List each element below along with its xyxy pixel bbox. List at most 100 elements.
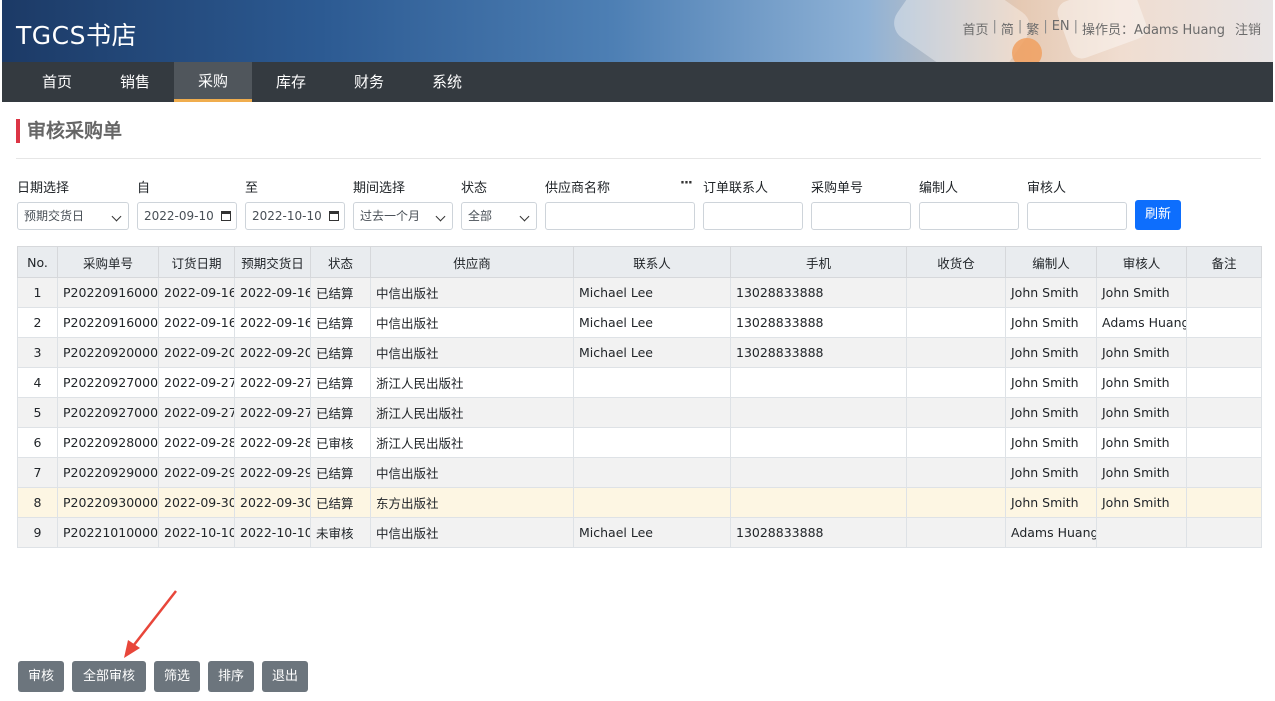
- column-header[interactable]: 备注: [1186, 246, 1262, 278]
- date-type-select[interactable]: 预期交货日: [17, 202, 129, 230]
- table-row[interactable]: 4 P202209270001 2022-09-27 2022-09-27 已结算 浙江人…: [17, 367, 1262, 398]
- creator-cell: John Smith: [1005, 277, 1097, 308]
- column-header[interactable]: 订货日期: [158, 246, 235, 278]
- contact-cell: [573, 367, 731, 398]
- reviewer-cell: John Smith: [1096, 427, 1187, 458]
- period-select[interactable]: 过去一个月: [353, 202, 453, 230]
- column-header[interactable]: 编制人: [1005, 246, 1097, 278]
- column-header[interactable]: 手机: [730, 246, 907, 278]
- table-row[interactable]: 5 P202209270002 2022-09-27 2022-09-27 已结算 浙江人…: [17, 397, 1262, 428]
- column-header[interactable]: 状态: [310, 246, 371, 278]
- status-cell: 已结算: [310, 307, 371, 338]
- simplified-chinese-link[interactable]: 简: [1001, 19, 1014, 38]
- remarks-cell: [1186, 337, 1262, 368]
- order-number-cell: P202209160002: [57, 307, 159, 338]
- supplier-cell: 中信出版社: [370, 337, 574, 368]
- creator-input[interactable]: [919, 202, 1019, 230]
- calendar-icon[interactable]: [221, 211, 231, 221]
- contact-cell: Michael Lee: [573, 307, 731, 338]
- reviewer-input[interactable]: [1027, 202, 1127, 230]
- row-number-cell: 6: [17, 427, 58, 458]
- nav-item-system[interactable]: 系统: [408, 62, 486, 102]
- review-all-button[interactable]: 全部审核: [72, 661, 146, 692]
- table-row[interactable]: 7 P202209290001 2022-09-29 2022-09-29 已结算 中信出…: [17, 457, 1262, 488]
- purchase-order-table: No. 采购单号 订货日期 预期交货日 状态 供应商 联系人 手机 收货仓 编制…: [17, 246, 1262, 548]
- nav-item-finance[interactable]: 财务: [330, 62, 408, 102]
- traditional-chinese-link[interactable]: 繁: [1026, 19, 1039, 38]
- nav-item-purchase[interactable]: 采购: [174, 62, 252, 102]
- order-number-cell: P202209160001: [57, 277, 159, 308]
- sort-button[interactable]: 排序: [208, 661, 254, 692]
- contact-cell: [573, 427, 731, 458]
- reviewer-cell: John Smith: [1096, 337, 1187, 368]
- mobile-cell: 13028833888: [730, 307, 907, 338]
- order-no-input[interactable]: [811, 202, 911, 230]
- from-date-value: 2022-09-10: [144, 209, 214, 223]
- to-label: 至: [245, 181, 259, 196]
- status-cell: 已结算: [310, 337, 371, 368]
- row-number-cell: 9: [17, 517, 58, 548]
- expected-delivery-date-cell: 2022-09-16: [234, 277, 311, 308]
- refresh-button[interactable]: 刷新: [1135, 200, 1181, 230]
- supplier-cell: 浙江人民出版社: [370, 367, 574, 398]
- table-row[interactable]: 6 P202209280001 2022-09-28 2022-09-28 已审核 浙江人…: [17, 427, 1262, 458]
- date-select-label: 日期选择: [17, 181, 70, 196]
- remarks-cell: [1186, 457, 1262, 488]
- warehouse-cell: [906, 367, 1006, 398]
- column-header[interactable]: 审核人: [1096, 246, 1187, 278]
- to-date-input[interactable]: 2022-10-10: [245, 202, 345, 230]
- table-row[interactable]: 9 P202210100001 2022-10-10 2022-10-10 未审核 中信出…: [17, 517, 1262, 548]
- calendar-icon[interactable]: [329, 211, 339, 221]
- english-link[interactable]: EN: [1052, 19, 1070, 38]
- creator-cell: John Smith: [1005, 457, 1097, 488]
- table-row[interactable]: 2 P202209160002 2022-09-16 2022-09-16 已结算 中信出…: [17, 307, 1262, 338]
- supplier-input[interactable]: [545, 202, 695, 230]
- column-header[interactable]: 采购单号: [57, 246, 159, 278]
- order-date-cell: 2022-09-20: [158, 337, 235, 368]
- supplier-cell: 浙江人民出版社: [370, 397, 574, 428]
- table-row[interactable]: 1 P202209160001 2022-09-16 2022-09-16 已结算 中信出…: [17, 277, 1262, 308]
- separator: |: [992, 19, 997, 34]
- column-header[interactable]: 收货仓: [906, 246, 1006, 278]
- main-nav: 首页 销售 采购 库存 财务 系统: [2, 62, 1273, 102]
- mobile-cell: [730, 487, 907, 518]
- home-link[interactable]: 首页: [962, 19, 988, 38]
- table-row[interactable]: 8 P202209300001 2022-09-30 2022-09-30 已结算 东方出…: [17, 487, 1262, 518]
- creator-cell: John Smith: [1005, 367, 1097, 398]
- annotation-arrow-icon: [124, 590, 177, 658]
- logout-link[interactable]: 注销: [1235, 19, 1261, 38]
- table-row[interactable]: 3 P202209200001 2022-09-20 2022-09-20 已结算 中信出…: [17, 337, 1262, 368]
- column-header[interactable]: 预期交货日: [234, 246, 311, 278]
- warehouse-cell: [906, 487, 1006, 518]
- expected-delivery-date-cell: 2022-09-27: [234, 397, 311, 428]
- period-value: 过去一个月: [360, 209, 421, 223]
- contact-input[interactable]: [703, 202, 803, 230]
- exit-button[interactable]: 退出: [262, 661, 308, 692]
- expected-delivery-date-cell: 2022-10-10: [234, 517, 311, 548]
- column-header[interactable]: 联系人: [573, 246, 731, 278]
- supplier-more-button[interactable]: ···: [680, 176, 693, 191]
- column-header[interactable]: No.: [17, 246, 58, 278]
- creator-cell: John Smith: [1005, 397, 1097, 428]
- status-cell: 已结算: [310, 487, 371, 518]
- nav-item-sales[interactable]: 销售: [96, 62, 174, 102]
- table-header-row: No. 采购单号 订货日期 预期交货日 状态 供应商 联系人 手机 收货仓 编制…: [17, 246, 1262, 278]
- column-header[interactable]: 供应商: [370, 246, 574, 278]
- mobile-cell: [730, 397, 907, 428]
- order-no-label: 采购单号: [811, 181, 864, 196]
- remarks-cell: [1186, 427, 1262, 458]
- reviewer-label: 审核人: [1027, 181, 1067, 196]
- app-title: TGCS书店: [16, 21, 137, 50]
- from-date-input[interactable]: 2022-09-10: [137, 202, 237, 230]
- divider: [16, 158, 1261, 159]
- nav-item-home[interactable]: 首页: [18, 62, 96, 102]
- status-select[interactable]: 全部: [461, 202, 537, 230]
- review-button[interactable]: 审核: [18, 661, 64, 692]
- creator-cell: Adams Huang: [1005, 517, 1097, 548]
- creator-cell: John Smith: [1005, 427, 1097, 458]
- nav-item-inventory[interactable]: 库存: [252, 62, 330, 102]
- filter-button[interactable]: 筛选: [154, 661, 200, 692]
- warehouse-cell: [906, 277, 1006, 308]
- status-cell: 已结算: [310, 457, 371, 488]
- warehouse-cell: [906, 457, 1006, 488]
